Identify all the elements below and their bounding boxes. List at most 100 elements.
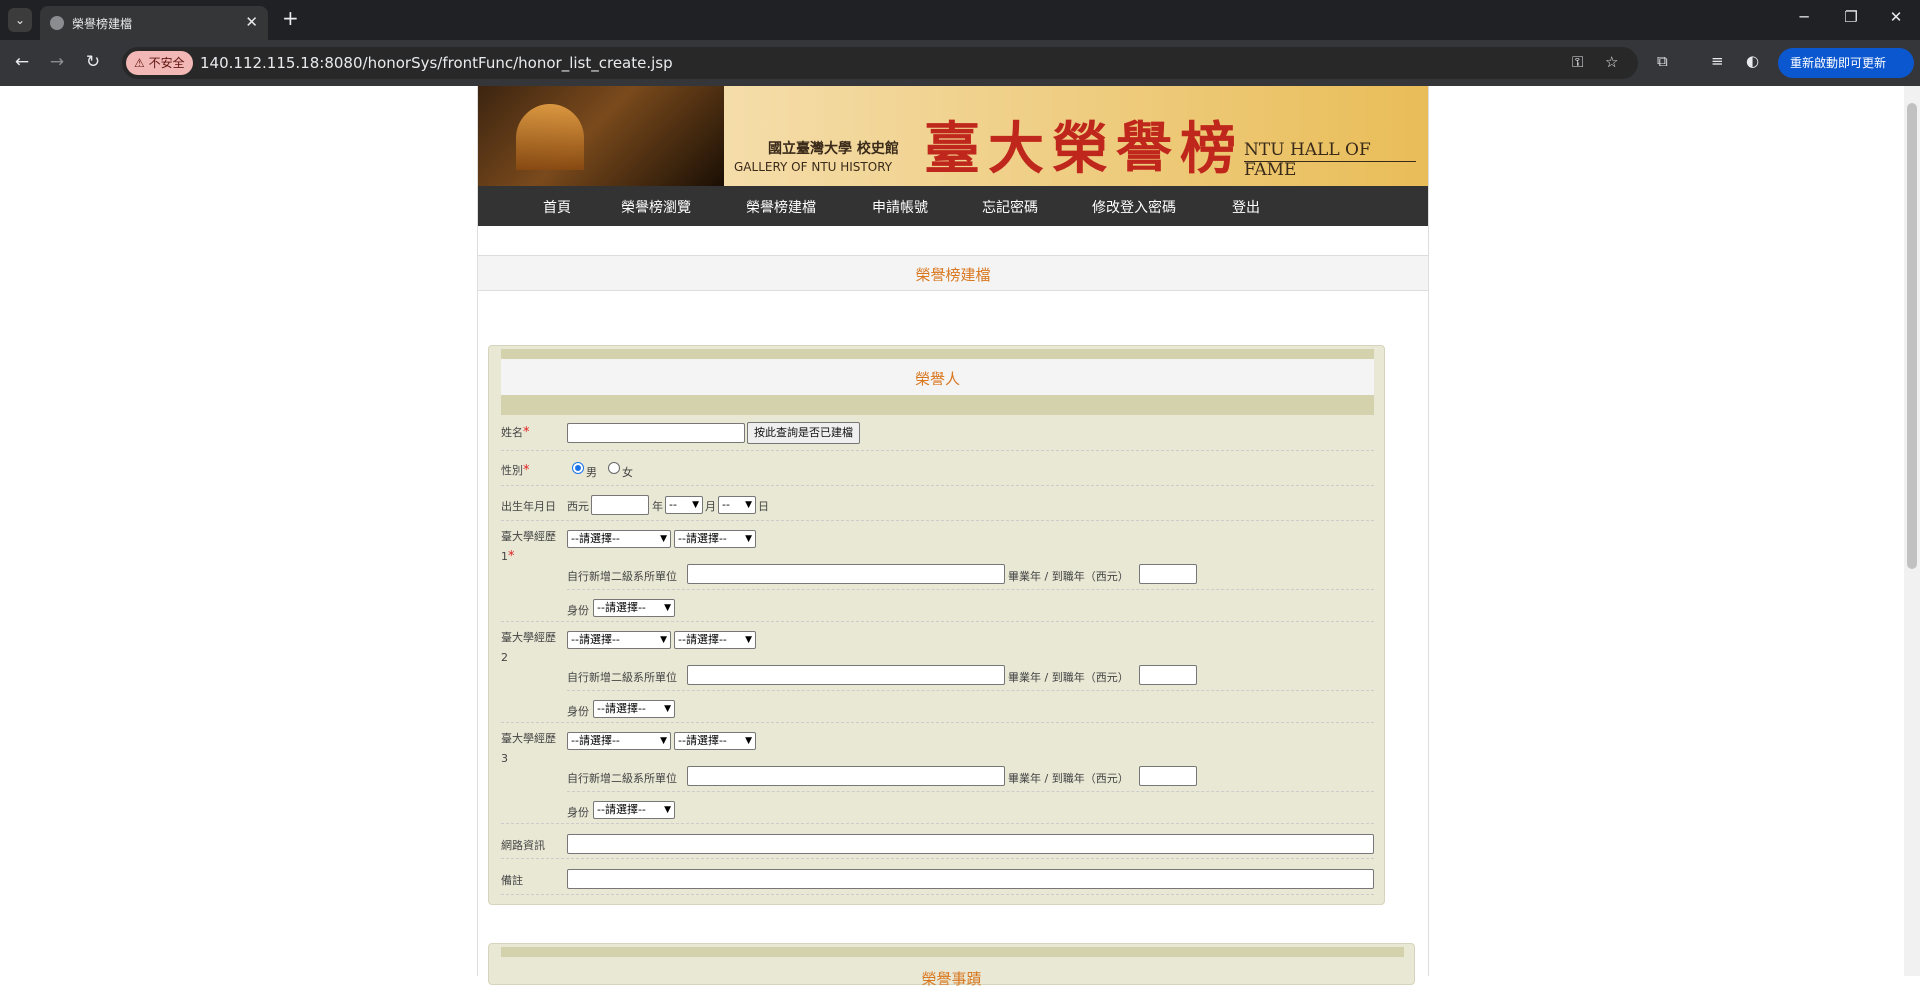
- exp2-identity-label: 身份: [567, 705, 589, 718]
- tab-search-button[interactable]: ⌄: [8, 8, 32, 32]
- star-icon[interactable]: ☆: [1605, 53, 1618, 71]
- exp3-sub-unit-input[interactable]: [687, 766, 1005, 786]
- check-existing-button[interactable]: 按此查詢是否已建檔: [747, 422, 860, 444]
- nav-logout[interactable]: 登出: [1232, 197, 1260, 217]
- chevron-down-icon: ▼: [745, 534, 752, 544]
- exp3-grad-year-input[interactable]: [1139, 766, 1197, 786]
- globe-icon: [50, 16, 64, 30]
- tab-title: 榮譽榜建檔: [72, 17, 133, 31]
- exp1-sub-unit-input[interactable]: [687, 564, 1005, 584]
- panel-stripe-top: [501, 349, 1374, 359]
- browser-tab-active[interactable]: 榮譽榜建檔 ✕: [40, 6, 268, 40]
- gender-male-radio[interactable]: [572, 462, 584, 474]
- chevron-down-icon: ▼: [745, 736, 752, 746]
- nav-home[interactable]: 首頁: [543, 197, 571, 217]
- update-button[interactable]: 重新啟動即可更新: [1778, 48, 1914, 78]
- honor-deeds-title: 榮譽事蹟: [921, 970, 982, 988]
- row-divider: [501, 621, 1374, 622]
- exp1-unit-select[interactable]: --請選擇-- ▼: [567, 530, 671, 548]
- web-info-input[interactable]: [567, 834, 1374, 854]
- exp2-identity-select[interactable]: --請選擇-- ▼: [593, 700, 675, 718]
- birth-year-input[interactable]: [591, 495, 649, 515]
- minimize-icon[interactable]: ─: [1794, 8, 1814, 26]
- name-input[interactable]: [567, 423, 745, 443]
- gallery-name: GALLERY OF NTU HISTORY: [734, 160, 893, 174]
- main-nav: 首頁 榮譽榜瀏覽 榮譽榜建檔 申請帳號 忘記密碼 修改登入密碼 登出: [478, 186, 1428, 226]
- close-icon[interactable]: ✕: [245, 13, 258, 31]
- exp2-sub-unit-input[interactable]: [687, 665, 1005, 685]
- chevron-down-icon: ▼: [745, 500, 752, 510]
- chevron-down-icon: ▼: [660, 635, 667, 645]
- profile-icon[interactable]: ◐: [1746, 52, 1759, 70]
- back-icon[interactable]: ←: [10, 52, 34, 72]
- exp3-unit-select[interactable]: --請選擇-- ▼: [567, 732, 671, 750]
- chevron-down-icon: ▼: [664, 805, 671, 815]
- ntu-experience-2-label: 臺大學經歷2: [501, 631, 556, 664]
- day-unit: 日: [758, 500, 769, 513]
- required-mark: *: [523, 463, 530, 478]
- panel-stripe-top: [501, 947, 1404, 957]
- ntu-experience-1-label: 臺大學經歷1*: [501, 530, 556, 564]
- banner-title: 臺大榮譽榜: [924, 116, 1244, 182]
- row-divider: [567, 690, 1374, 691]
- scrollbar-thumb[interactable]: [1907, 103, 1917, 569]
- not-secure-badge[interactable]: ⚠ 不安全: [126, 51, 193, 75]
- key-icon[interactable]: ⚿: [1572, 53, 1583, 71]
- exp3-identity-select[interactable]: --請選擇-- ▼: [593, 801, 675, 819]
- gender-male-label: 男: [586, 466, 597, 479]
- restore-icon[interactable]: ❐: [1841, 8, 1861, 26]
- remarks-label: 備註: [501, 874, 523, 887]
- nav-apply-account[interactable]: 申請帳號: [872, 197, 928, 217]
- exp3-identity-label: 身份: [567, 806, 589, 819]
- hall-of-fame-text: NTU HALL OF FAME: [1244, 140, 1371, 180]
- panel-header: 榮譽人: [501, 359, 1374, 395]
- birth-day-select[interactable]: -- ▼: [718, 496, 756, 514]
- row-divider: [501, 450, 1374, 451]
- exp3-grad-year-label: 畢業年 / 到職年（西元）: [1008, 772, 1129, 785]
- chevron-down-icon: ▼: [660, 736, 667, 746]
- panel-stripe-mid: [501, 395, 1374, 415]
- banner-logo-area: 國立臺灣大學 校史館 GALLERY OF NTU HISTORY 臺大榮譽榜 …: [724, 86, 1428, 186]
- exp2-sub-unit-label: 自行新增二級系所單位: [567, 671, 677, 684]
- chevron-down-icon: ▼: [664, 704, 671, 714]
- nav-browse[interactable]: 榮譽榜瀏覽: [621, 197, 691, 217]
- url-text[interactable]: 140.112.115.18:8080/honorSys/frontFunc/h…: [200, 54, 673, 72]
- row-divider: [567, 589, 1374, 590]
- nav-change-password[interactable]: 修改登入密碼: [1092, 197, 1176, 217]
- row-divider: [567, 791, 1374, 792]
- extensions-icon[interactable]: ⧉: [1657, 52, 1668, 70]
- exp1-grad-year-input[interactable]: [1139, 564, 1197, 584]
- exp1-sub-unit-label: 自行新增二級系所單位: [567, 570, 677, 583]
- month-unit: 月: [705, 500, 716, 513]
- chevron-down-icon: ▼: [660, 534, 667, 544]
- exp1-dept-select[interactable]: --請選擇-- ▼: [674, 530, 756, 548]
- forward-icon[interactable]: →: [45, 52, 69, 72]
- exp1-identity-select[interactable]: --請選擇-- ▼: [593, 599, 675, 617]
- birth-month-select[interactable]: -- ▼: [665, 496, 703, 514]
- nav-forgot-password[interactable]: 忘記密碼: [982, 197, 1038, 217]
- reload-icon[interactable]: ↻: [81, 52, 105, 72]
- nav-create[interactable]: 榮譽榜建檔: [746, 197, 816, 217]
- required-mark: *: [508, 549, 515, 564]
- birth-prefix: 西元: [567, 500, 589, 513]
- row-divider: [501, 485, 1374, 486]
- chevron-down-icon: ▼: [664, 603, 671, 613]
- remarks-input[interactable]: [567, 869, 1374, 889]
- required-mark: *: [523, 425, 530, 440]
- row-divider: [501, 520, 1374, 521]
- year-unit: 年: [652, 500, 663, 513]
- new-tab-button[interactable]: +: [282, 6, 299, 30]
- row-divider: [501, 894, 1374, 895]
- gender-female-radio[interactable]: [608, 462, 620, 474]
- honoree-form-panel: 榮譽人 姓名* 按此查詢是否已建檔 性別* 男 女 出生年月日 西元 年 -- ▼…: [488, 345, 1385, 905]
- web-info-label: 網路資訊: [501, 839, 545, 852]
- media-icon[interactable]: ≡: [1711, 52, 1724, 70]
- exp2-unit-select[interactable]: --請選擇-- ▼: [567, 631, 671, 649]
- exp3-dept-select[interactable]: --請選擇-- ▼: [674, 732, 756, 750]
- exp2-grad-year-input[interactable]: [1139, 665, 1197, 685]
- row-divider: [501, 858, 1374, 859]
- window-close-icon[interactable]: ✕: [1886, 8, 1906, 26]
- exp2-dept-select[interactable]: --請選擇-- ▼: [674, 631, 756, 649]
- address-bar[interactable]: ⚠ 不安全 140.112.115.18:8080/honorSys/front…: [122, 47, 1638, 79]
- row-divider: [501, 823, 1374, 824]
